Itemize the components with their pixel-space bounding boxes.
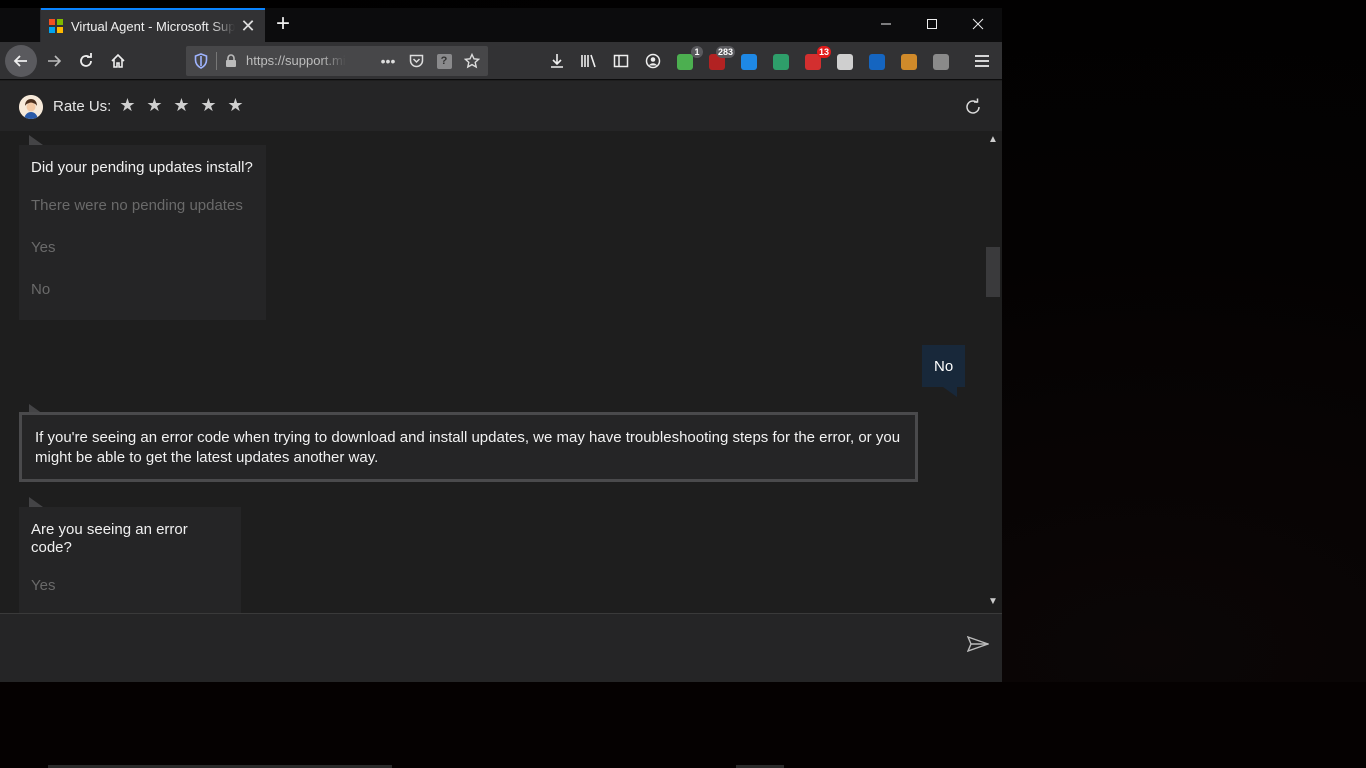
reload-button[interactable]: [71, 46, 101, 76]
scroll-down-icon[interactable]: ▼: [988, 596, 998, 607]
sidebar-button[interactable]: [606, 46, 636, 76]
downloads-button[interactable]: [542, 46, 572, 76]
close-tab-icon[interactable]: ✕: [239, 17, 257, 35]
star-5-button[interactable]: ★: [222, 94, 249, 116]
option-yes[interactable]: Yes: [19, 565, 241, 607]
sync-extension-glyph: [773, 54, 789, 70]
desktop-area: [0, 682, 1366, 768]
url-text[interactable]: https://support.microsoft.com: [246, 53, 346, 68]
library-button[interactable]: [574, 46, 604, 76]
page-actions-icon[interactable]: •••: [378, 52, 398, 70]
star-2-button[interactable]: ★: [141, 94, 168, 116]
mail-extension-icon[interactable]: 283: [706, 46, 735, 73]
reload-icon: [80, 53, 92, 67]
chat-scrollbar[interactable]: ▲ ▼: [984, 131, 1002, 613]
cloud-extension-icon[interactable]: [834, 51, 856, 73]
close-window-button[interactable]: [955, 8, 1001, 40]
tab-strip: Virtual Agent - Microsoft Support ✕ +: [0, 8, 1002, 42]
menu-button[interactable]: [967, 46, 997, 76]
tracking-shield-icon[interactable]: [192, 52, 210, 70]
navigation-toolbar: https://support.microsoft.com ••• ? 1 283…: [0, 42, 1002, 80]
extension-badge: 1: [691, 46, 703, 58]
chat-header: Rate Us: ★ ★ ★ ★ ★: [0, 81, 1002, 131]
s-extension-glyph: [869, 54, 885, 70]
bot-bubble-pointer: [29, 135, 43, 145]
extension-badge: 283: [715, 46, 735, 58]
counter-extension-glyph: [677, 54, 693, 70]
account-icon: [645, 53, 661, 69]
question-text: Did your pending updates install?: [31, 159, 253, 176]
hamburger-icon: [975, 55, 989, 67]
arrow-right-icon: [48, 55, 62, 67]
spy-extension-icon[interactable]: [898, 51, 920, 73]
refresh-icon: [966, 98, 980, 114]
star-4-button[interactable]: ★: [195, 94, 222, 116]
user-reply-bubble: No: [922, 345, 966, 397]
help-icon[interactable]: ?: [434, 52, 454, 70]
scroll-up-icon[interactable]: ▲: [988, 134, 998, 145]
chat-transcript: Did your pending updates install? There …: [0, 131, 1002, 613]
option-no-pending-updates[interactable]: There were no pending updates: [19, 185, 266, 227]
sidebar-icon: [613, 54, 629, 68]
star-3-button[interactable]: ★: [168, 94, 195, 116]
question-text: Are you seeing an error code?: [31, 521, 188, 556]
skype-extension-glyph: [741, 54, 757, 70]
download-icon: [551, 54, 563, 68]
rating-stars: ★ ★ ★ ★ ★: [114, 94, 249, 116]
bot-bubble-pointer: [29, 497, 43, 507]
pocket-icon[interactable]: [406, 52, 426, 70]
arrow-left-icon: [13, 55, 27, 67]
minimize-button[interactable]: [863, 8, 909, 40]
home-button[interactable]: [103, 46, 133, 76]
maximize-button[interactable]: [909, 8, 955, 40]
url-separator: [216, 52, 217, 70]
restart-chat-button[interactable]: [962, 96, 984, 118]
mask-extension-icon[interactable]: [930, 51, 952, 73]
cloud-extension-glyph: [837, 54, 853, 70]
tab-virtual-agent[interactable]: Virtual Agent - Microsoft Support ✕: [41, 8, 265, 42]
option-no[interactable]: No: [19, 269, 266, 311]
notes-extension-icon[interactable]: 13: [802, 46, 831, 73]
spy-extension-glyph: [901, 54, 917, 70]
option-yes[interactable]: Yes: [19, 227, 266, 269]
home-icon: [111, 53, 125, 68]
send-button[interactable]: [966, 632, 990, 656]
tab-title: Virtual Agent - Microsoft Support: [71, 18, 236, 34]
sync-extension-icon[interactable]: [770, 51, 792, 73]
account-button[interactable]: [638, 46, 668, 76]
lock-icon[interactable]: [222, 52, 240, 70]
star-1-button[interactable]: ★: [114, 94, 141, 116]
question-card-pending-updates: Did your pending updates install? There …: [19, 145, 266, 320]
question-card-error-code: Are you seeing an error code? Yes No: [19, 507, 241, 613]
tab-strip-spacer: [0, 8, 41, 42]
message-input-bar: [0, 613, 1002, 682]
counter-extension-icon[interactable]: 1: [674, 46, 703, 73]
mask-extension-glyph: [933, 54, 949, 70]
send-icon: [967, 636, 989, 652]
skype-extension-icon[interactable]: [738, 51, 760, 73]
forward-button[interactable]: [39, 46, 69, 76]
scrollbar-thumb[interactable]: [986, 247, 1000, 297]
new-tab-button[interactable]: +: [270, 12, 296, 38]
bookmark-star-icon[interactable]: [462, 52, 482, 70]
extension-badge: 13: [816, 46, 831, 58]
microsoft-logo-icon: [49, 19, 63, 33]
s-extension-icon[interactable]: [866, 51, 888, 73]
browser-window: Virtual Agent - Microsoft Support ✕ +: [0, 8, 1002, 682]
library-icon: [581, 54, 596, 68]
message-input[interactable]: [14, 628, 944, 664]
rate-us-label: Rate Us:: [53, 98, 112, 115]
back-button[interactable]: [5, 45, 37, 77]
agent-avatar: [19, 95, 43, 119]
bot-message: If you're seeing an error code when tryi…: [19, 412, 918, 482]
address-bar[interactable]: https://support.microsoft.com ••• ?: [186, 46, 488, 76]
